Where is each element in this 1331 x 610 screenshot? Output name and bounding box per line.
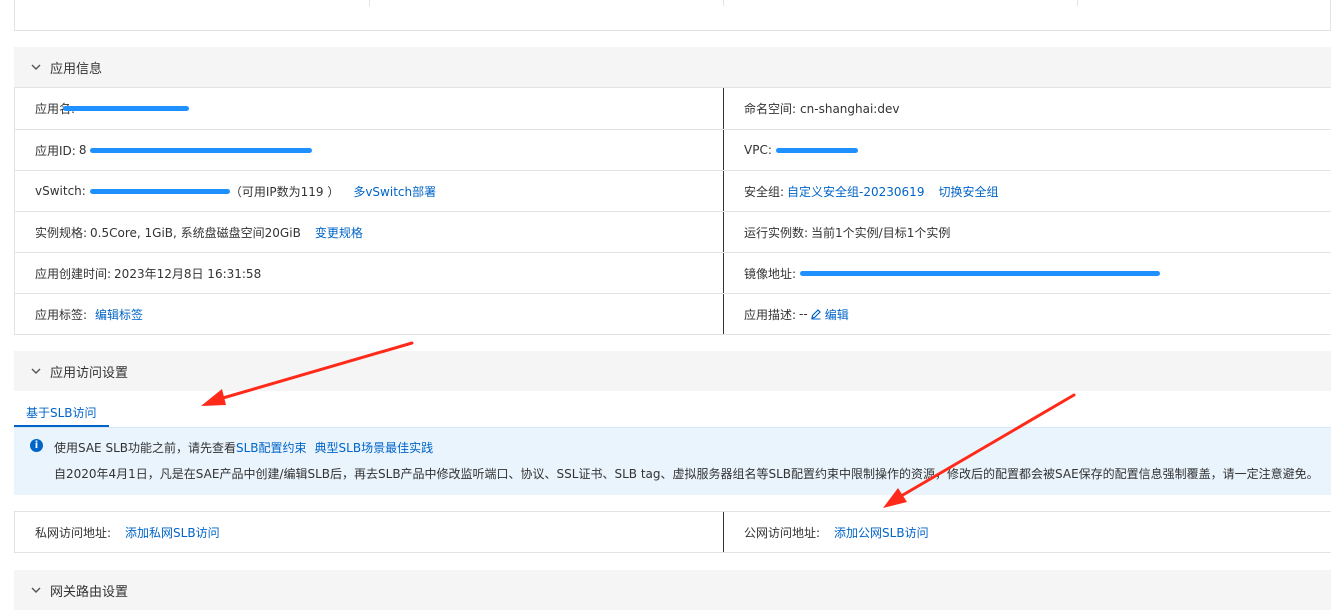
access-address-table: 私网访问地址: 添加私网SLB访问 公网访问地址: 添加公网SLB访问: [14, 511, 1331, 553]
redaction-mark: [90, 147, 313, 153]
private-access-cell: 私网访问地址: 添加私网SLB访问: [15, 512, 724, 552]
app-id-label: 应用ID:: [35, 143, 76, 158]
info-icon: i: [30, 439, 43, 452]
security-group-cell: 安全组: 自定义安全组-20230619 切换安全组: [724, 171, 1331, 211]
access-tabbar: 基于SLB访问: [14, 400, 1331, 428]
app-id-value: 8: [78, 143, 87, 157]
tags-cell: 应用标签: 编辑标签: [15, 294, 724, 334]
switch-security-group-link[interactable]: 切换安全组: [938, 183, 998, 200]
created-cell: 应用创建时间: 2023年12月8日 16:31:58: [15, 253, 724, 293]
slb-constraints-link[interactable]: SLB配置约束: [236, 441, 307, 455]
image-label: 镜像地址:: [744, 266, 797, 281]
access-section-header[interactable]: 应用访问设置: [14, 351, 1331, 391]
redaction-mark: [775, 147, 858, 153]
desc-value: --: [799, 307, 808, 321]
add-private-slb-link[interactable]: 添加私网SLB访问: [125, 524, 220, 541]
gateway-section-title: 网关路由设置: [50, 584, 129, 600]
running-cell: 运行实例数: 当前1个实例/目标1个实例: [724, 212, 1331, 252]
app-info-section-title: 应用信息: [50, 61, 103, 77]
created-value: 2023年12月8日 16:31:58: [114, 266, 262, 281]
desc-label: 应用描述:: [744, 307, 797, 322]
running-value: 当前1个实例/目标1个实例: [811, 225, 951, 240]
slb-best-practice-link[interactable]: 典型SLB场景最佳实践: [315, 441, 434, 455]
notice-prefix: 使用SAE SLB功能之前，请先查看: [54, 441, 236, 455]
access-section-title: 应用访问设置: [50, 365, 129, 381]
gateway-section-header[interactable]: 网关路由设置: [14, 570, 1331, 610]
app-info-table: 应用名: 命名空间: cn-shanghai:dev 应用ID: 8 VPC: …: [14, 87, 1331, 335]
info-row: vSwitch: （可用IP数为119 ） 多vSwitch部署 安全组: 自定…: [15, 170, 1331, 211]
previous-card-remnant: [14, 0, 1331, 31]
edit-desc-link[interactable]: 编辑: [825, 306, 849, 323]
chevron-down-icon: [31, 368, 41, 374]
tags-label: 应用标签:: [35, 307, 88, 322]
public-access-cell: 公网访问地址: 添加公网SLB访问: [724, 512, 1331, 552]
spec-cell: 实例规格: 0.5Core, 1GiB, 系统盘磁盘空间20GiB 变更规格: [15, 212, 724, 252]
info-row: 实例规格: 0.5Core, 1GiB, 系统盘磁盘空间20GiB 变更规格 运…: [15, 211, 1331, 252]
vswitch-label: vSwitch:: [35, 184, 86, 198]
chevron-down-icon: [31, 587, 41, 593]
vpc-cell: VPC:: [724, 130, 1331, 170]
vswitch-cell: vSwitch: （可用IP数为119 ） 多vSwitch部署: [15, 171, 724, 211]
redaction-mark: [800, 270, 1161, 276]
notice-line2: 自2020年4月1日，凡是在SAE产品中创建/编辑SLB后，再去SLB产品中修改…: [54, 467, 1319, 481]
app-info-section-header[interactable]: 应用信息: [14, 47, 1331, 87]
namespace-value: cn-shanghai:dev: [800, 101, 900, 116]
security-group-link[interactable]: 自定义安全组-20230619: [787, 183, 924, 200]
private-access-label: 私网访问地址:: [35, 525, 112, 540]
edit-tags-link[interactable]: 编辑标签: [95, 306, 143, 323]
created-label: 应用创建时间:: [35, 266, 112, 281]
multi-vswitch-link[interactable]: 多vSwitch部署: [353, 183, 436, 200]
app-name-cell: 应用名:: [15, 88, 724, 129]
info-row: 应用创建时间: 2023年12月8日 16:31:58 镜像地址:: [15, 252, 1331, 293]
add-public-slb-link[interactable]: 添加公网SLB访问: [834, 524, 929, 541]
info-row: 应用标签: 编辑标签 应用描述: -- 编辑: [15, 293, 1331, 334]
info-row: 应用名: 命名空间: cn-shanghai:dev: [15, 88, 1331, 129]
spec-label: 实例规格:: [35, 225, 88, 240]
namespace-cell: 命名空间: cn-shanghai:dev: [724, 88, 1331, 129]
public-access-label: 公网访问地址:: [744, 525, 821, 540]
namespace-label: 命名空间:: [744, 102, 797, 116]
slb-notice: i 使用SAE SLB功能之前，请先查看SLB配置约束 典型SLB场景最佳实践 自…: [14, 428, 1331, 495]
chevron-down-icon: [31, 64, 41, 70]
redaction-mark: [63, 106, 190, 111]
edit-pencil-icon[interactable]: [810, 308, 822, 320]
app-id-cell: 应用ID: 8: [15, 130, 724, 170]
image-cell: 镜像地址:: [724, 253, 1331, 293]
security-group-label: 安全组:: [744, 184, 785, 199]
spec-value: 0.5Core, 1GiB, 系统盘磁盘空间20GiB: [90, 225, 301, 240]
running-label: 运行实例数:: [744, 225, 809, 240]
tab-slb-access[interactable]: 基于SLB访问: [14, 400, 109, 427]
redaction-mark: [89, 188, 230, 194]
info-row: 应用ID: 8 VPC:: [15, 129, 1331, 170]
vswitch-ip-count: （可用IP数为119 ）: [229, 184, 340, 199]
notice-line1: 使用SAE SLB功能之前，请先查看SLB配置约束 典型SLB场景最佳实践: [54, 439, 433, 456]
change-spec-link[interactable]: 变更规格: [315, 224, 363, 241]
desc-cell: 应用描述: -- 编辑: [724, 294, 1331, 334]
vpc-label: VPC:: [744, 143, 772, 157]
